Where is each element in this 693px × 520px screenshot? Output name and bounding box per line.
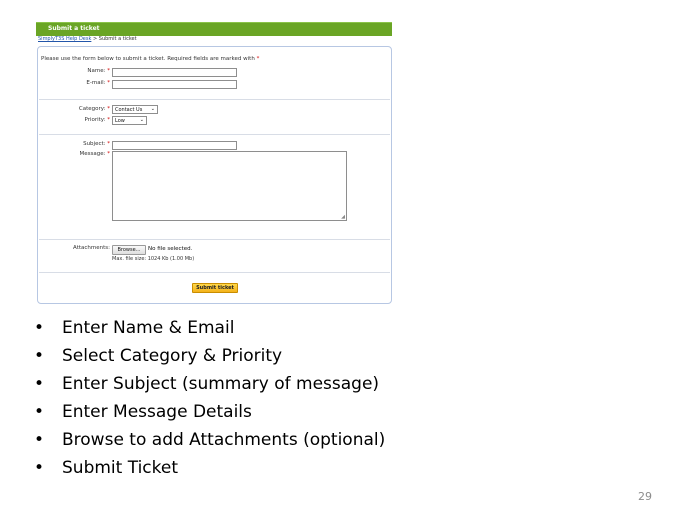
ticket-form: Please use the form below to submit a ti…	[37, 46, 392, 304]
priority-value: Low	[115, 117, 125, 124]
browse-button[interactable]: Browse...	[112, 245, 146, 255]
submit-ticket-button[interactable]: Submit ticket	[192, 283, 238, 293]
priority-select[interactable]: Low ⌄	[112, 116, 147, 125]
chevron-down-icon: ⌄	[150, 106, 155, 112]
email-input[interactable]	[112, 80, 237, 89]
email-label: E-mail: *	[86, 80, 110, 86]
section-divider	[39, 239, 390, 240]
attachments-label: Attachments:	[73, 245, 110, 251]
list-item: • Enter Message Details	[34, 402, 252, 422]
name-label: Name: *	[87, 68, 110, 74]
form-intro-text: Please use the form below to submit a ti…	[41, 56, 255, 62]
subject-input[interactable]	[112, 141, 237, 150]
page-title: Submit a ticket	[48, 25, 100, 32]
name-input[interactable]	[112, 68, 237, 77]
section-divider	[39, 99, 390, 100]
breadcrumb: SimplyT3S Help Desk > Submit a ticket	[38, 36, 137, 42]
required-marker: *	[256, 56, 260, 62]
category-label: Category: *	[78, 106, 110, 112]
priority-label: Priority: *	[84, 117, 110, 123]
section-divider	[39, 272, 390, 273]
list-item: • Enter Subject (summary of message)	[34, 374, 380, 394]
message-textarea[interactable]: ◢	[112, 151, 347, 221]
category-select[interactable]: Contact Us ⌄	[112, 105, 158, 114]
section-divider	[39, 134, 390, 135]
message-label: Message: *	[79, 151, 110, 157]
breadcrumb-separator: >	[92, 36, 98, 42]
list-item: • Submit Ticket	[34, 458, 179, 478]
max-file-size: Max. file size: 1024 Kb (1.00 Mb)	[112, 256, 195, 262]
category-value: Contact Us	[115, 106, 143, 113]
list-item: • Select Category & Priority	[34, 346, 283, 366]
instructions-list: • Enter Name & Email • Select Category & P…	[30, 314, 385, 482]
help-desk-screenshot: Submit a ticket SimplyT3S Help Desk > Su…	[36, 20, 393, 304]
breadcrumb-home-link[interactable]: SimplyT3S Help Desk	[38, 36, 91, 42]
page-number: 29	[638, 490, 652, 503]
form-intro: Please use the form below to submit a ti…	[41, 56, 259, 62]
title-bar: Submit a ticket	[36, 22, 392, 36]
resize-grip-icon[interactable]: ◢	[341, 214, 345, 220]
no-file-text: No file selected.	[148, 246, 193, 252]
list-item: • Enter Name & Email	[34, 318, 235, 338]
list-item: • Browse to add Attachments (optional)	[34, 430, 386, 450]
chevron-down-icon: ⌄	[139, 117, 144, 123]
breadcrumb-current: Submit a ticket	[98, 36, 137, 42]
subject-label: Subject: *	[83, 141, 110, 147]
